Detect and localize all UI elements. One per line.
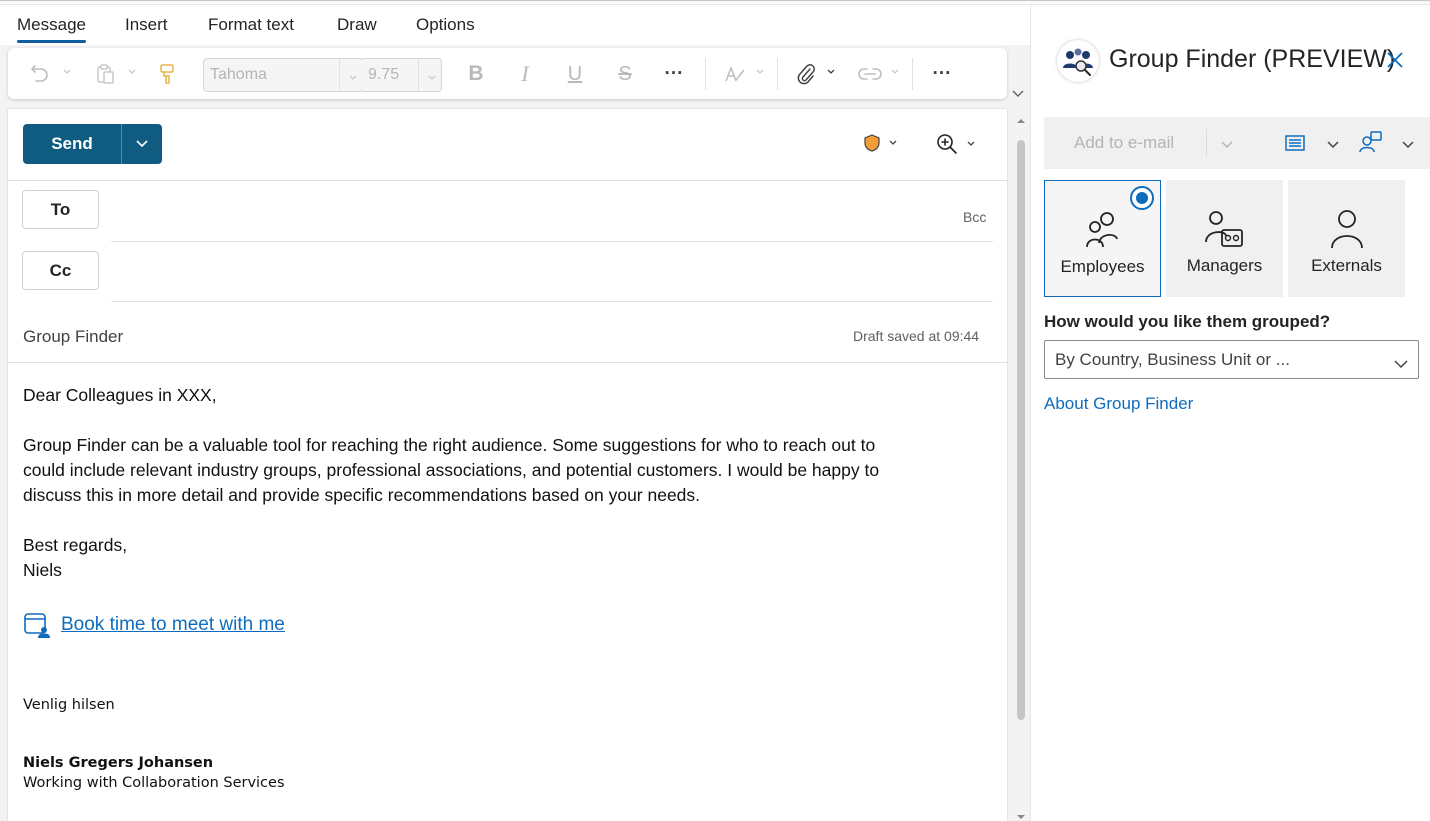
scroll-up-icon bbox=[1017, 119, 1025, 123]
chevron-down-icon[interactable] bbox=[127, 67, 137, 77]
grouping-question: How would you like them grouped? bbox=[1044, 312, 1331, 331]
zoom-in-icon bbox=[937, 134, 957, 154]
format-painter-icon[interactable] bbox=[151, 58, 183, 90]
person-feedback-icon[interactable] bbox=[1358, 131, 1382, 158]
chevron-down-icon[interactable] bbox=[826, 67, 836, 77]
chevron-down-icon bbox=[136, 140, 148, 148]
managers-option[interactable]: Managers bbox=[1166, 180, 1283, 297]
ribbon-tabs: Message Insert Format text Draw Options bbox=[0, 5, 1030, 45]
send-button[interactable]: Send bbox=[23, 124, 122, 164]
grouping-select[interactable]: By Country, Business Unit or ... bbox=[1044, 340, 1419, 379]
chevron-down-icon bbox=[889, 140, 897, 145]
sensitivity-button[interactable] bbox=[864, 134, 898, 152]
scrollbar-thumb[interactable] bbox=[1017, 140, 1025, 720]
signature-name: Niels Gregers Johansen bbox=[23, 755, 214, 771]
signature-title: Working with Collaboration Services bbox=[23, 775, 285, 791]
tab-message[interactable]: Message bbox=[17, 15, 86, 43]
chevron-down-icon bbox=[1394, 354, 1408, 374]
chevron-down-icon[interactable] bbox=[890, 67, 900, 77]
ribbon-expand-icon[interactable] bbox=[1012, 85, 1024, 103]
chevron-down-icon[interactable] bbox=[1220, 137, 1234, 155]
draft-status: Draft saved at 09:44 bbox=[853, 328, 980, 344]
font-size-value: 9.75 bbox=[368, 66, 400, 83]
externals-option[interactable]: Externals bbox=[1288, 180, 1405, 297]
group-finder-pane: Group Finder (PREVIEW) Add to e-mail Emp… bbox=[1030, 5, 1430, 821]
chevron-down-icon[interactable] bbox=[755, 67, 765, 77]
chevron-down-icon bbox=[427, 70, 437, 88]
editor-icon[interactable] bbox=[719, 58, 751, 90]
calendar-person-icon bbox=[24, 613, 50, 638]
booking-link-row: Book time to meet with me bbox=[23, 611, 285, 639]
strikethrough-icon[interactable]: S bbox=[609, 58, 641, 90]
send-button-group: Send bbox=[23, 124, 162, 164]
add-to-email-button[interactable]: Add to e-mail bbox=[1074, 133, 1174, 153]
compose-area: Message Insert Format text Draw Options … bbox=[0, 5, 1030, 821]
body-closing[interactable]: Best regards, bbox=[23, 533, 127, 558]
shield-icon bbox=[864, 134, 880, 152]
employees-label: Employees bbox=[1060, 257, 1145, 276]
chevron-down-icon bbox=[967, 141, 975, 146]
formatting-ribbon: Tahoma 9.75 B I U S ··· ··· bbox=[8, 48, 1007, 99]
font-name-select[interactable]: Tahoma bbox=[203, 58, 363, 92]
send-options-button[interactable] bbox=[122, 124, 162, 164]
close-icon[interactable] bbox=[1386, 51, 1404, 74]
employees-option[interactable]: Employees bbox=[1044, 180, 1161, 297]
people-icon bbox=[1084, 207, 1122, 251]
tab-options[interactable]: Options bbox=[416, 15, 475, 35]
chevron-down-icon[interactable] bbox=[1401, 137, 1415, 155]
chevron-down-icon[interactable] bbox=[1326, 137, 1340, 155]
divider bbox=[8, 362, 1007, 363]
managers-label: Managers bbox=[1186, 256, 1263, 275]
chevron-down-icon[interactable] bbox=[62, 67, 72, 77]
book-time-link[interactable]: Book time to meet with me bbox=[61, 614, 285, 636]
externals-label: Externals bbox=[1311, 256, 1382, 275]
more-options-icon[interactable]: ··· bbox=[926, 58, 958, 90]
body-paragraph-line[interactable]: could include relevant industry groups, … bbox=[23, 458, 879, 483]
attach-icon[interactable] bbox=[790, 58, 822, 90]
body-name[interactable]: Niels bbox=[23, 558, 62, 583]
link-icon[interactable] bbox=[854, 58, 886, 90]
chevron-down-icon bbox=[348, 70, 358, 88]
underline-icon[interactable]: U bbox=[559, 58, 591, 90]
grouping-select-value: By Country, Business Unit or ... bbox=[1055, 350, 1290, 369]
more-formatting-icon[interactable]: ··· bbox=[658, 58, 690, 90]
person-icon bbox=[1328, 206, 1366, 250]
compose-form: Send To Bcc Cc Group Finder Draft saved … bbox=[8, 109, 1007, 821]
divider bbox=[8, 180, 1007, 181]
zoom-button[interactable] bbox=[936, 133, 976, 155]
to-field-underline bbox=[111, 241, 993, 242]
paste-icon[interactable] bbox=[89, 58, 121, 90]
font-size-select[interactable]: 9.75 bbox=[362, 58, 442, 92]
cc-button[interactable]: Cc bbox=[22, 251, 99, 290]
pane-title: Group Finder (PREVIEW) bbox=[1109, 45, 1396, 73]
selected-radio bbox=[1130, 186, 1154, 210]
subject-field[interactable]: Group Finder bbox=[23, 327, 123, 347]
signature-greeting: Venlig hilsen bbox=[23, 697, 115, 713]
vertical-scrollbar[interactable] bbox=[1016, 117, 1026, 821]
body-paragraph-line[interactable]: Group Finder can be a valuable tool for … bbox=[23, 433, 875, 458]
tab-format-text[interactable]: Format text bbox=[208, 15, 294, 35]
managers-icon bbox=[1204, 206, 1246, 250]
cc-field-underline bbox=[111, 301, 993, 302]
to-button[interactable]: To bbox=[22, 190, 99, 229]
undo-icon[interactable] bbox=[24, 58, 56, 90]
list-view-icon[interactable] bbox=[1284, 133, 1306, 158]
body-greeting[interactable]: Dear Colleagues in XXX, bbox=[23, 383, 217, 408]
tab-draw[interactable]: Draw bbox=[337, 15, 377, 35]
body-paragraph-line[interactable]: discuss this in more detail and provide … bbox=[23, 483, 700, 508]
tab-insert[interactable]: Insert bbox=[125, 15, 168, 35]
group-finder-logo-icon bbox=[1057, 40, 1099, 82]
bcc-button[interactable]: Bcc bbox=[963, 209, 986, 225]
bold-icon[interactable]: B bbox=[460, 58, 492, 90]
scroll-down-icon bbox=[1017, 815, 1025, 819]
about-group-finder-link[interactable]: About Group Finder bbox=[1044, 394, 1193, 414]
font-name-value: Tahoma bbox=[210, 66, 267, 83]
pane-toolbar: Add to e-mail bbox=[1044, 117, 1430, 169]
italic-icon[interactable]: I bbox=[509, 58, 541, 90]
